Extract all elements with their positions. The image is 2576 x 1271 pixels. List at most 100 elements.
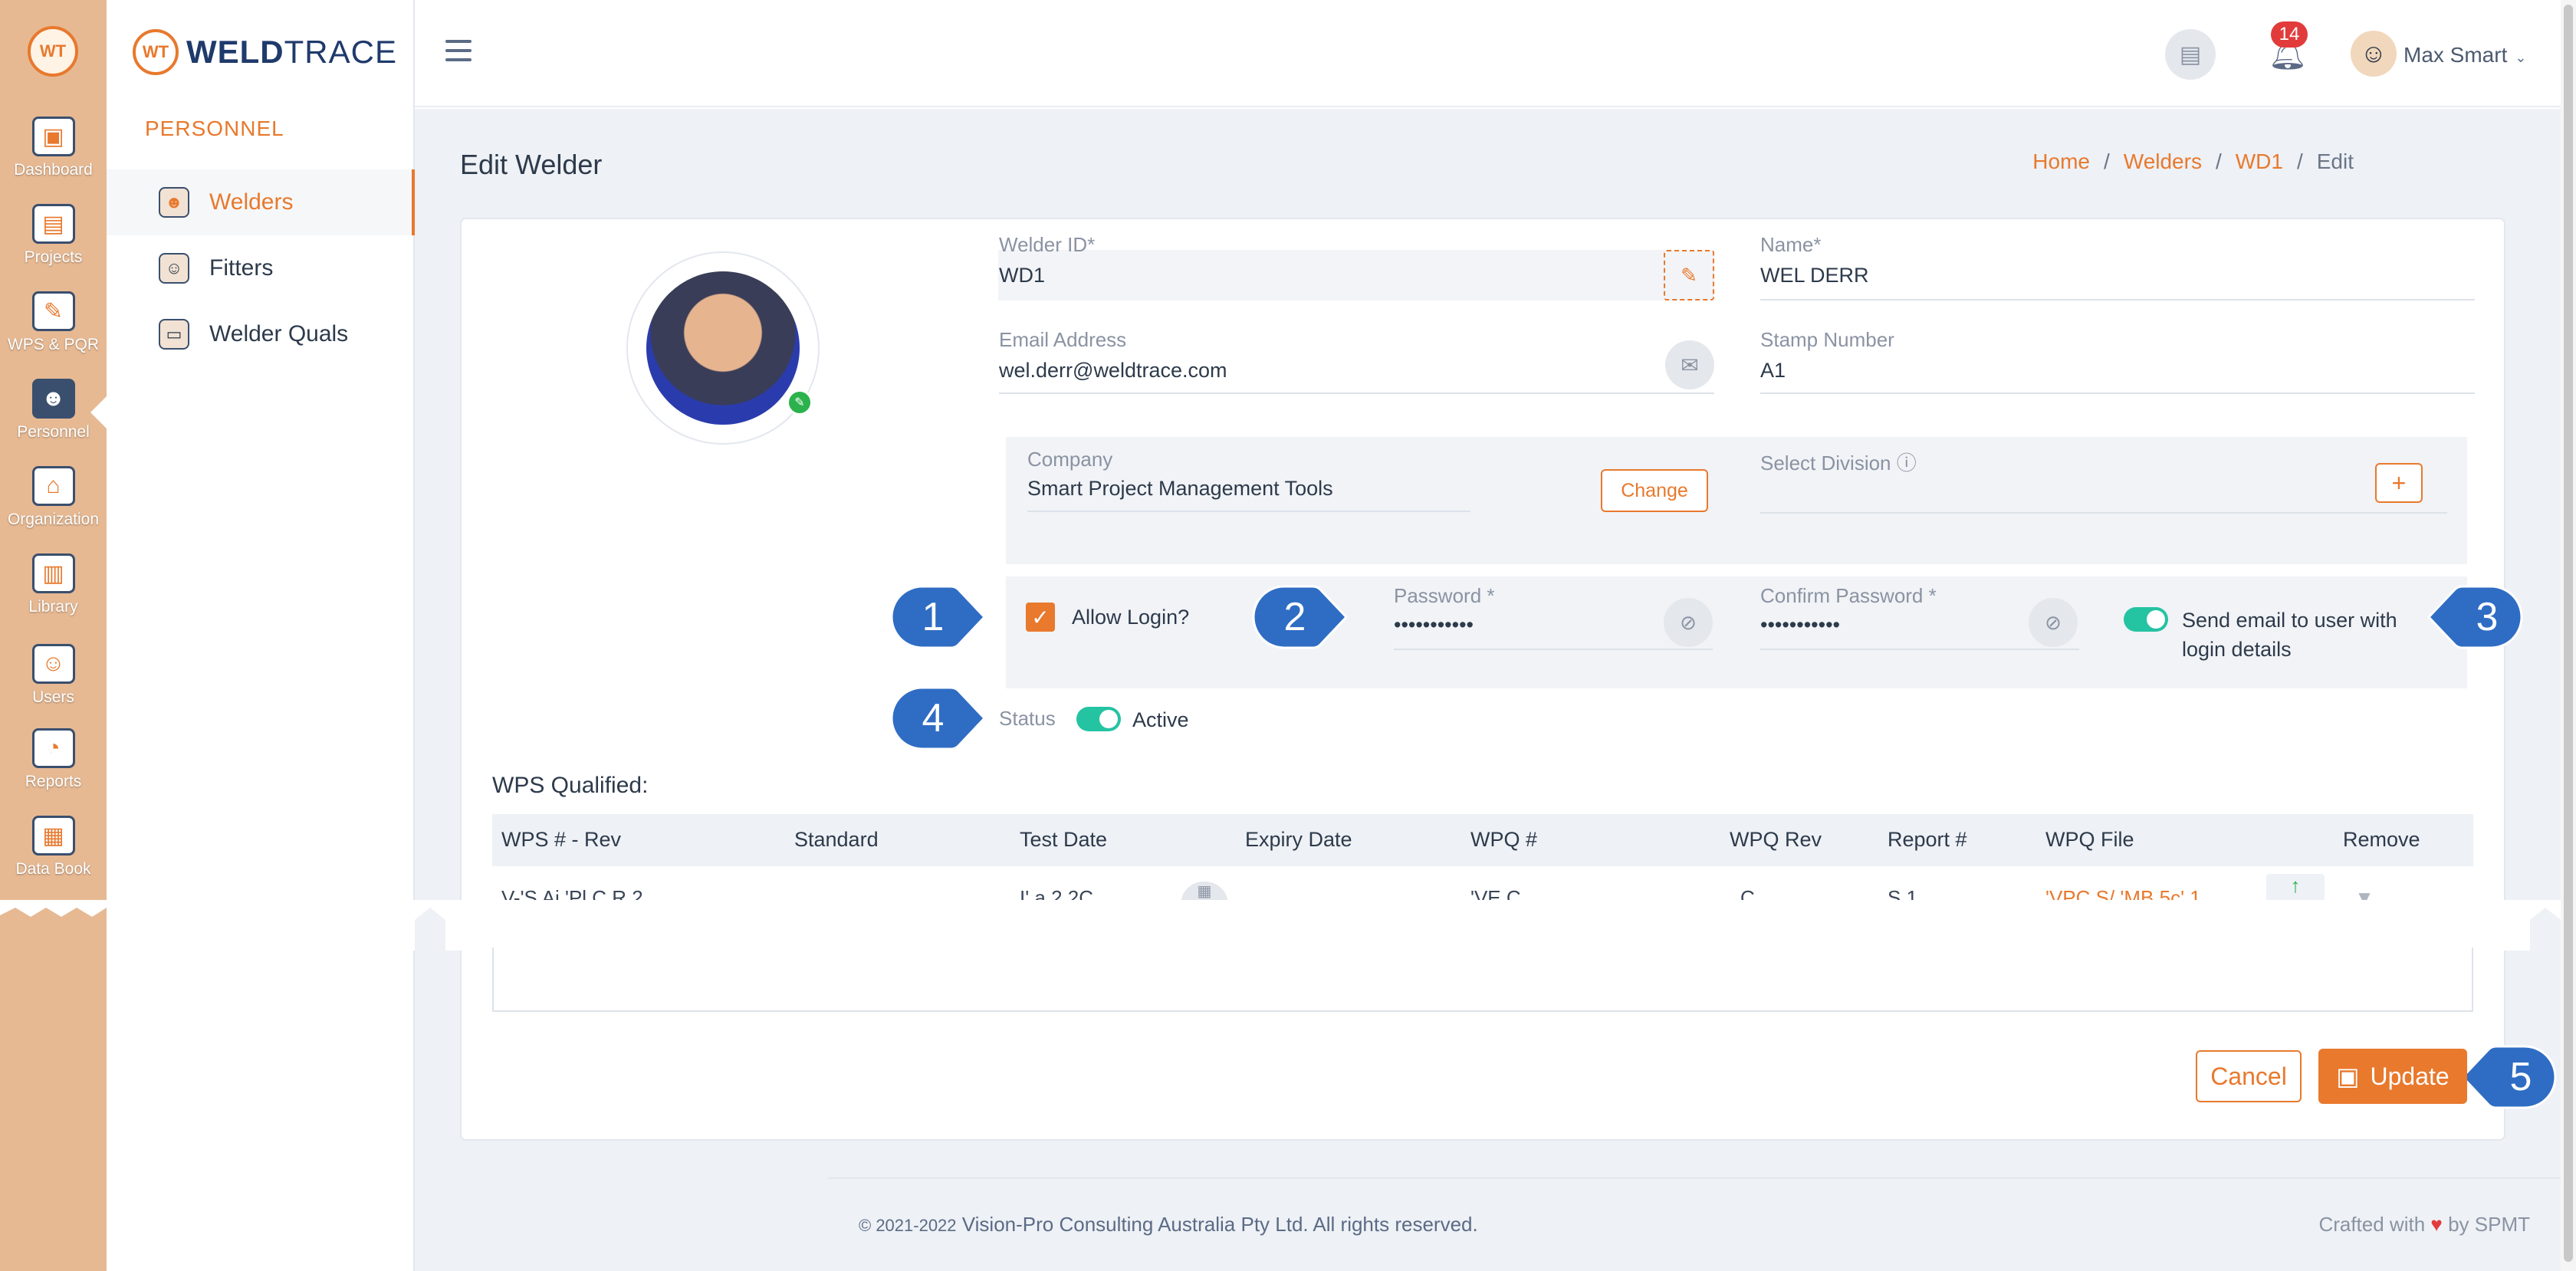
app-logo-icon[interactable]: WT — [28, 26, 78, 77]
welder-id-field[interactable]: WD1 — [999, 264, 1045, 287]
status-value: Active — [1132, 708, 1189, 731]
name-field[interactable]: WEL DERR — [1760, 264, 1869, 287]
stamp-field[interactable]: A1 — [1760, 359, 1786, 383]
top-bar: ▤ 🔔︎ 14 ☺ Max Smart ⌄ — [415, 0, 2561, 107]
welder-id-label: Welder ID* — [999, 233, 1096, 256]
menu-toggle-icon[interactable] — [445, 40, 472, 63]
user-avatar[interactable]: ☺ — [2351, 31, 2397, 77]
welder-icon: ☻ — [159, 187, 189, 218]
callout-4: 4 — [888, 684, 987, 753]
change-company-button[interactable]: Change — [1601, 469, 1708, 512]
rail-item-projects[interactable]: ▤ Projects — [0, 204, 107, 267]
welder-id-field-bg — [998, 250, 1714, 301]
rail-item-label: Data Book — [15, 860, 91, 878]
breadcrumb-current: Edit — [2316, 149, 2354, 173]
company-value: Smart Project Management Tools — [1027, 477, 1333, 500]
rail-item-users[interactable]: ☺ Users — [0, 644, 107, 707]
col-wpq-rev: WPQ Rev — [1730, 828, 1822, 851]
col-wpq-number: WPQ # — [1470, 828, 1538, 851]
edit-id-icon[interactable]: ✎ — [1664, 250, 1714, 301]
rail-item-reports[interactable]: ◔ Reports — [0, 728, 107, 791]
callout-5: 5 — [2459, 1043, 2559, 1112]
clipboard-icon: ✎ — [31, 291, 75, 331]
brand-name: WELDTRACE — [186, 34, 398, 70]
mail-icon[interactable]: ✉ — [1665, 340, 1714, 389]
breadcrumb-welders[interactable]: Welders — [2124, 149, 2202, 174]
password-label: Password * — [1394, 584, 1495, 607]
page-title: Edit Welder — [460, 149, 603, 180]
heart-icon: ♥ — [2430, 1213, 2443, 1236]
table-body-bottom — [492, 948, 2473, 1012]
subnav-item-label: Welder Quals — [209, 321, 349, 346]
rail-item-data-book[interactable]: ▦ Data Book — [0, 816, 107, 879]
rail-item-label: Library — [28, 598, 78, 616]
rail-item-wps-pqr[interactable]: ✎ WPS & PQR — [0, 291, 107, 354]
callout-1: 1 — [888, 583, 987, 652]
update-label: Update — [2370, 1062, 2450, 1090]
subnav-item-welders[interactable]: ☻ Welders — [107, 169, 415, 235]
callout-2: 2 — [1250, 583, 1349, 652]
welder-icon: ☻ — [31, 379, 75, 419]
breadcrumb: Home / Welders / WD1 / Edit — [2032, 149, 2354, 174]
reports-icon: ◔ — [31, 728, 75, 768]
subnav-item-label: Welders — [209, 189, 294, 215]
welder-photo-image — [646, 271, 800, 425]
rail-item-label: Users — [32, 688, 74, 706]
breadcrumb-home[interactable]: Home — [2032, 149, 2090, 174]
update-button[interactable]: ▣ Update — [2318, 1049, 2467, 1104]
company-label: Company — [1027, 448, 1113, 471]
screenshot-break — [0, 900, 2561, 951]
send-email-toggle[interactable] — [2124, 607, 2168, 632]
book-icon[interactable]: ▤ — [2165, 29, 2216, 80]
col-standard: Standard — [794, 828, 879, 851]
scrollbar-thumb[interactable] — [2564, 5, 2573, 1262]
welder-photo[interactable] — [626, 251, 820, 445]
edit-photo-icon[interactable]: ✎ — [787, 389, 813, 415]
footer-credit: Crafted with ♥ by SPMT — [2318, 1213, 2530, 1236]
subnav-item-label: Fitters — [209, 255, 274, 281]
division-select[interactable] — [1760, 466, 2351, 511]
rail-item-label: Dashboard — [14, 161, 93, 179]
rail-item-organization[interactable]: ⌂ Organization — [0, 466, 107, 529]
allow-login-label: Allow Login? — [1072, 606, 1190, 629]
add-division-button[interactable]: + — [2375, 463, 2423, 503]
save-icon: ▣ — [2336, 1062, 2360, 1090]
col-report-number: Report # — [1888, 828, 1967, 851]
rail-item-library[interactable]: ▥ Library — [0, 553, 107, 616]
rail-item-dashboard[interactable]: ▣ Dashboard — [0, 117, 107, 179]
email-field[interactable]: wel.derr@weldtrace.com — [999, 359, 1227, 383]
fitter-icon: ☺ — [159, 253, 189, 284]
footer-divider — [828, 1177, 2561, 1179]
status-toggle[interactable] — [1076, 707, 1121, 731]
col-expiry-date: Expiry Date — [1245, 828, 1352, 851]
col-test-date: Test Date — [1020, 828, 1108, 851]
subnav-item-fitters[interactable]: ☺ Fitters — [107, 235, 415, 301]
confirm-password-label: Confirm Password * — [1760, 584, 1937, 607]
password-field[interactable]: ••••••••••• — [1394, 613, 1474, 637]
notification-badge: 14 — [2271, 21, 2308, 48]
stamp-label: Stamp Number — [1760, 328, 1894, 351]
eye-off-icon[interactable]: ⊘ — [2029, 598, 2078, 647]
footer-copyright: © 2021-2022 Vision-Pro Consulting Austra… — [859, 1213, 1478, 1236]
breadcrumb-wd1[interactable]: WD1 — [2236, 149, 2283, 174]
eye-off-icon[interactable]: ⊘ — [1664, 598, 1713, 647]
secondary-sidebar: WT WELDTRACE PERSONNEL ☻ Welders ☺ Fitte… — [107, 0, 415, 1271]
rail-item-label: Projects — [24, 248, 83, 266]
col-wpq-file: WPQ File — [2045, 828, 2134, 851]
rail-active-pointer — [90, 396, 107, 429]
chevron-down-icon: ⌄ — [2515, 50, 2527, 65]
rail-item-label: Reports — [25, 773, 82, 790]
icon-rail-lower — [0, 951, 107, 1271]
monitor-icon: ▣ — [31, 117, 75, 156]
allow-login-checkbox[interactable]: ✓ — [1026, 603, 1055, 632]
subnav-item-welder-quals[interactable]: ▭ Welder Quals — [107, 301, 415, 367]
rail-item-label: Organization — [7, 511, 100, 528]
confirm-password-field[interactable]: ••••••••••• — [1760, 613, 1840, 637]
callout-3: 3 — [2426, 583, 2525, 652]
user-menu[interactable]: Max Smart ⌄ — [2404, 43, 2526, 67]
databook-icon: ▦ — [31, 816, 75, 856]
status-label: Status — [999, 707, 1056, 730]
brand-logo[interactable]: WT WELDTRACE — [133, 29, 397, 75]
cancel-button[interactable]: Cancel — [2196, 1050, 2302, 1102]
wps-qualified-title: WPS Qualified: — [492, 773, 649, 798]
